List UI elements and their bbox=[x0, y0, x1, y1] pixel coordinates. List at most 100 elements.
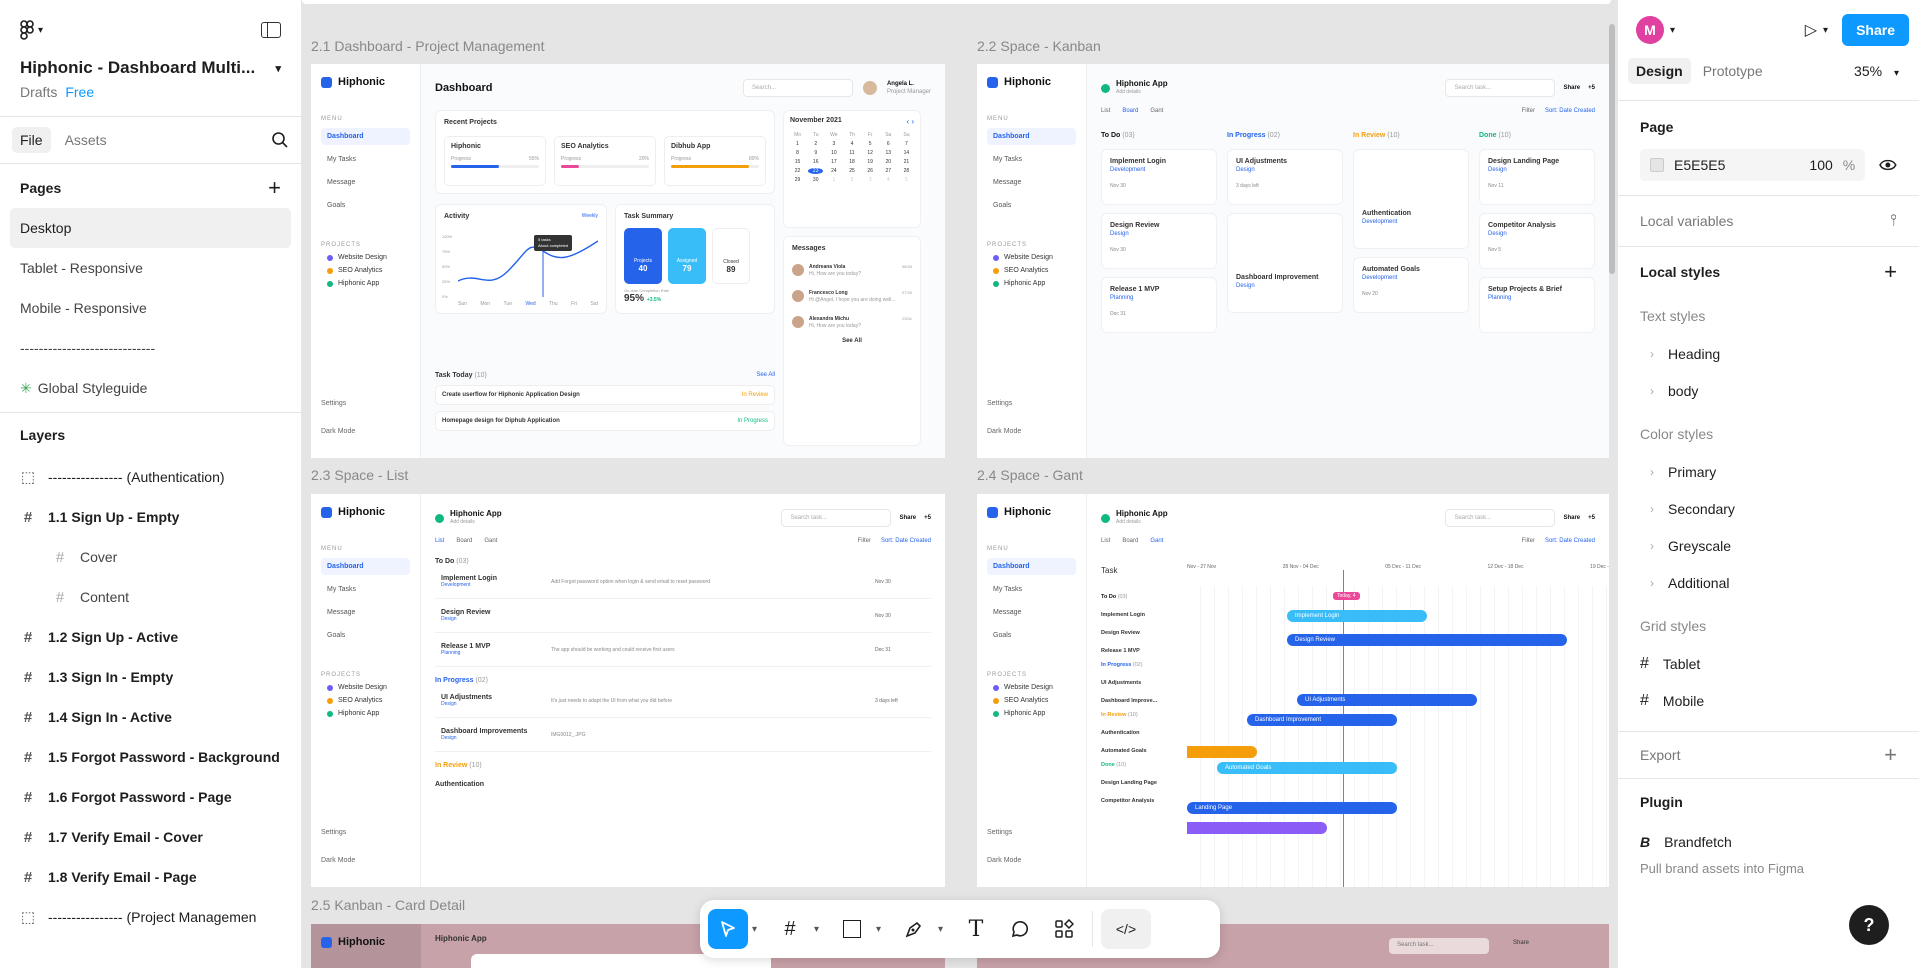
page-item-separator[interactable]: ----------------------------- bbox=[0, 328, 301, 368]
text-icon: T bbox=[968, 916, 984, 942]
present-icon[interactable]: ▷ bbox=[1805, 20, 1817, 40]
add-export-icon[interactable]: + bbox=[1884, 742, 1897, 768]
frame-label-kanban[interactable]: 2.2 Space - Kanban bbox=[977, 38, 1101, 54]
comment-tool-button[interactable] bbox=[1000, 909, 1040, 949]
frame-main: Hiphonic App Add details Search task... Sh… bbox=[1087, 64, 1609, 458]
chevron-down-icon[interactable]: ▾ bbox=[876, 924, 890, 935]
frame-tool-button[interactable]: # bbox=[770, 909, 810, 949]
add-style-icon[interactable]: + bbox=[1884, 259, 1897, 285]
tab-assets[interactable]: Assets bbox=[57, 127, 115, 153]
frame-kanban[interactable]: Hiphonic MENU Dashboard My Tasks Message… bbox=[977, 64, 1609, 458]
comment-icon bbox=[1011, 921, 1028, 938]
zoom-select[interactable]: 35% ▾ bbox=[1854, 63, 1909, 79]
share-link: Share bbox=[1563, 85, 1581, 91]
plan-badge[interactable]: Free bbox=[65, 84, 94, 100]
page-item-desktop[interactable]: Desktop bbox=[10, 208, 291, 248]
add-page-icon[interactable]: + bbox=[268, 175, 281, 201]
progress-value: 55% bbox=[528, 156, 539, 162]
frame-list[interactable]: Hiphonic MENU Dashboard My Tasks Message… bbox=[311, 494, 945, 887]
main-menu-button[interactable]: ▾ bbox=[20, 20, 43, 40]
layer-item[interactable]: # Content bbox=[0, 577, 301, 617]
layer-item[interactable]: #1.2 Sign Up - Active bbox=[0, 617, 301, 657]
color-swatch[interactable] bbox=[1650, 158, 1664, 172]
drafts-link[interactable]: Drafts bbox=[20, 84, 57, 100]
frame-dashboard[interactable]: Hiphonic MENU Dashboard My Tasks Message… bbox=[311, 64, 945, 458]
style-item[interactable]: › Secondary bbox=[1640, 490, 1897, 527]
projects-heading: PROJECTS bbox=[987, 242, 1028, 248]
variables-icon[interactable]: ⫯ bbox=[1890, 212, 1897, 230]
chevron-down-icon[interactable]: ▾ bbox=[814, 924, 828, 935]
calendar-date: 6 bbox=[886, 141, 890, 147]
style-item[interactable]: › Primary bbox=[1640, 453, 1897, 490]
style-item[interactable]: # Mobile bbox=[1640, 682, 1897, 719]
page-opacity-value[interactable]: 100 bbox=[1809, 157, 1832, 173]
frame-label-card-detail[interactable]: 2.5 Kanban - Card Detail bbox=[311, 897, 465, 913]
layer-item[interactable]: #1.8 Verify Email - Page bbox=[0, 857, 301, 897]
list-row-tag: Design bbox=[441, 701, 457, 707]
layer-item[interactable]: ⬚ ---------------- (Project Managemen bbox=[0, 897, 301, 937]
layer-item[interactable]: #1.3 Sign In - Empty bbox=[0, 657, 301, 697]
dark-mode-item: Dark Mode bbox=[321, 428, 356, 435]
group-count: (03) bbox=[456, 558, 469, 565]
avatar[interactable]: M bbox=[1636, 16, 1664, 44]
task-search: Search task... bbox=[781, 509, 892, 527]
page-color-value[interactable]: E5E5E5 bbox=[1674, 157, 1725, 173]
layer-item[interactable]: #1.5 Forgot Password - Background bbox=[0, 737, 301, 777]
style-label: Heading bbox=[1668, 345, 1721, 362]
style-item[interactable]: › Additional bbox=[1640, 564, 1897, 601]
page-item-styleguide[interactable]: ✳ Global Styleguide bbox=[0, 368, 301, 408]
share-button[interactable]: Share bbox=[1842, 14, 1909, 46]
calendar-date: 23 bbox=[808, 168, 824, 174]
layer-item[interactable]: #1.4 Sign In - Active bbox=[0, 697, 301, 737]
layer-item[interactable]: #1.1 Sign Up - Empty bbox=[0, 497, 301, 537]
page-label: Global Styleguide bbox=[37, 380, 148, 396]
chevron-down-icon[interactable]: ▾ bbox=[938, 924, 952, 935]
recent-projects-card: Recent Projects Hiphonic Progress 55% SEO… bbox=[435, 110, 775, 194]
pen-tool-button[interactable] bbox=[894, 909, 934, 949]
actions-button[interactable] bbox=[1044, 909, 1084, 949]
layer-item[interactable]: #1.7 Verify Email - Cover bbox=[0, 817, 301, 857]
chevron-down-icon[interactable]: ▾ bbox=[1670, 25, 1675, 36]
toggle-sidebar-icon[interactable] bbox=[261, 22, 281, 38]
calendar-date: 14 bbox=[903, 150, 910, 156]
canvas-scrollbar[interactable] bbox=[1609, 24, 1615, 274]
chevron-down-icon[interactable]: ▾ bbox=[1823, 25, 1828, 36]
calendar-date: 15 bbox=[794, 159, 801, 165]
local-variables-row[interactable]: Local variables ⫯ bbox=[1640, 196, 1897, 246]
style-item[interactable]: › Greyscale bbox=[1640, 527, 1897, 564]
layer-item[interactable]: #1.6 Forgot Password - Page bbox=[0, 777, 301, 817]
tab-file[interactable]: File bbox=[12, 127, 51, 153]
page-item-mobile[interactable]: Mobile - Responsive bbox=[0, 288, 301, 328]
activity-x-tick: Sun bbox=[458, 301, 467, 307]
calendar-date: 9 bbox=[814, 150, 818, 156]
tab-prototype[interactable]: Prototype bbox=[1695, 58, 1771, 84]
frame-gant[interactable]: Hiphonic MENU Dashboard My Tasks Message… bbox=[977, 494, 1609, 887]
style-item[interactable]: › body bbox=[1640, 372, 1897, 409]
style-item[interactable]: › Heading bbox=[1640, 335, 1897, 372]
eye-icon[interactable] bbox=[1879, 158, 1897, 172]
help-button[interactable]: ? bbox=[1849, 905, 1889, 945]
frame-label-dashboard[interactable]: 2.1 Dashboard - Project Management bbox=[311, 38, 544, 54]
frame-label-gant[interactable]: 2.4 Space - Gant bbox=[977, 467, 1083, 483]
frame-label-list[interactable]: 2.3 Space - List bbox=[311, 467, 408, 483]
style-item[interactable]: # Tablet bbox=[1640, 645, 1897, 682]
shape-tool-button[interactable] bbox=[832, 909, 872, 949]
text-tool-button[interactable]: T bbox=[956, 909, 996, 949]
layer-item[interactable]: ⬚ ---------------- (Authentication) bbox=[0, 457, 301, 497]
page-item-tablet[interactable]: Tablet - Responsive bbox=[0, 248, 301, 288]
calendar-date: 3 bbox=[832, 141, 836, 147]
page-color-field[interactable]: E5E5E5 100 % bbox=[1640, 149, 1866, 181]
layer-item[interactable]: # Cover bbox=[0, 537, 301, 577]
calendar-date: 4 bbox=[886, 177, 890, 183]
move-tool-button[interactable] bbox=[708, 909, 748, 949]
tab-design[interactable]: Design bbox=[1628, 58, 1691, 84]
card-title: Release 1 MVP bbox=[1110, 286, 1160, 293]
chevron-down-icon[interactable]: ▾ bbox=[752, 924, 766, 935]
kanban-column: To Do (03) Implement Login Development Nov … bbox=[1101, 132, 1217, 341]
file-title[interactable]: Hiphonic - Dashboard Multi... ▾ bbox=[20, 58, 281, 78]
canvas[interactable]: 2.1 Dashboard - Project Management Hipho… bbox=[302, 0, 1617, 968]
pen-icon bbox=[905, 921, 922, 938]
search-icon[interactable] bbox=[271, 131, 289, 149]
dev-mode-button[interactable]: </> bbox=[1101, 909, 1151, 949]
plugin-item[interactable]: B Brandfetch bbox=[1640, 825, 1897, 859]
